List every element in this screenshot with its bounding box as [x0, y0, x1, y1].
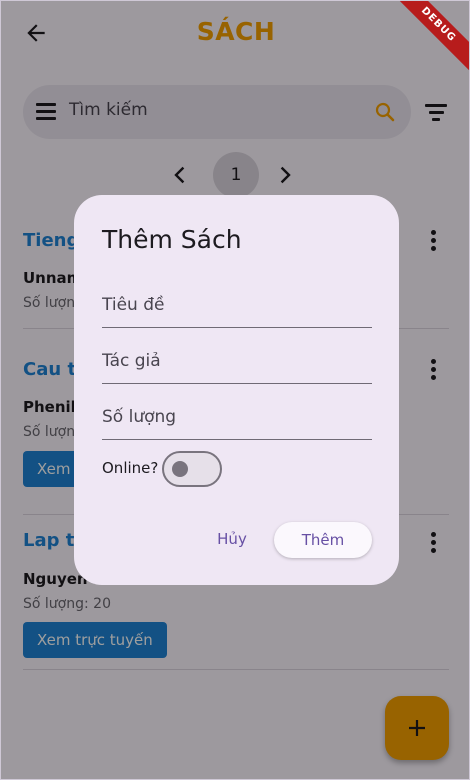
- screen: SÁCH Tìm kiếm 1 Tieng Unnam Số lượn Cau …: [0, 0, 470, 780]
- quantity-input[interactable]: [102, 390, 372, 438]
- quantity-field[interactable]: [102, 390, 372, 440]
- title-field[interactable]: [102, 278, 372, 328]
- author-field[interactable]: [102, 334, 372, 384]
- toggle-knob: [172, 461, 188, 477]
- add-book-dialog: Thêm Sách Online? Hủy Thêm: [74, 195, 399, 585]
- title-input[interactable]: [102, 278, 372, 326]
- cancel-button[interactable]: Hủy: [202, 521, 262, 557]
- add-button[interactable]: Thêm: [274, 522, 372, 558]
- author-input[interactable]: [102, 334, 372, 382]
- online-toggle[interactable]: [162, 451, 222, 487]
- online-label: Online?: [102, 459, 159, 477]
- dialog-title: Thêm Sách: [102, 225, 242, 254]
